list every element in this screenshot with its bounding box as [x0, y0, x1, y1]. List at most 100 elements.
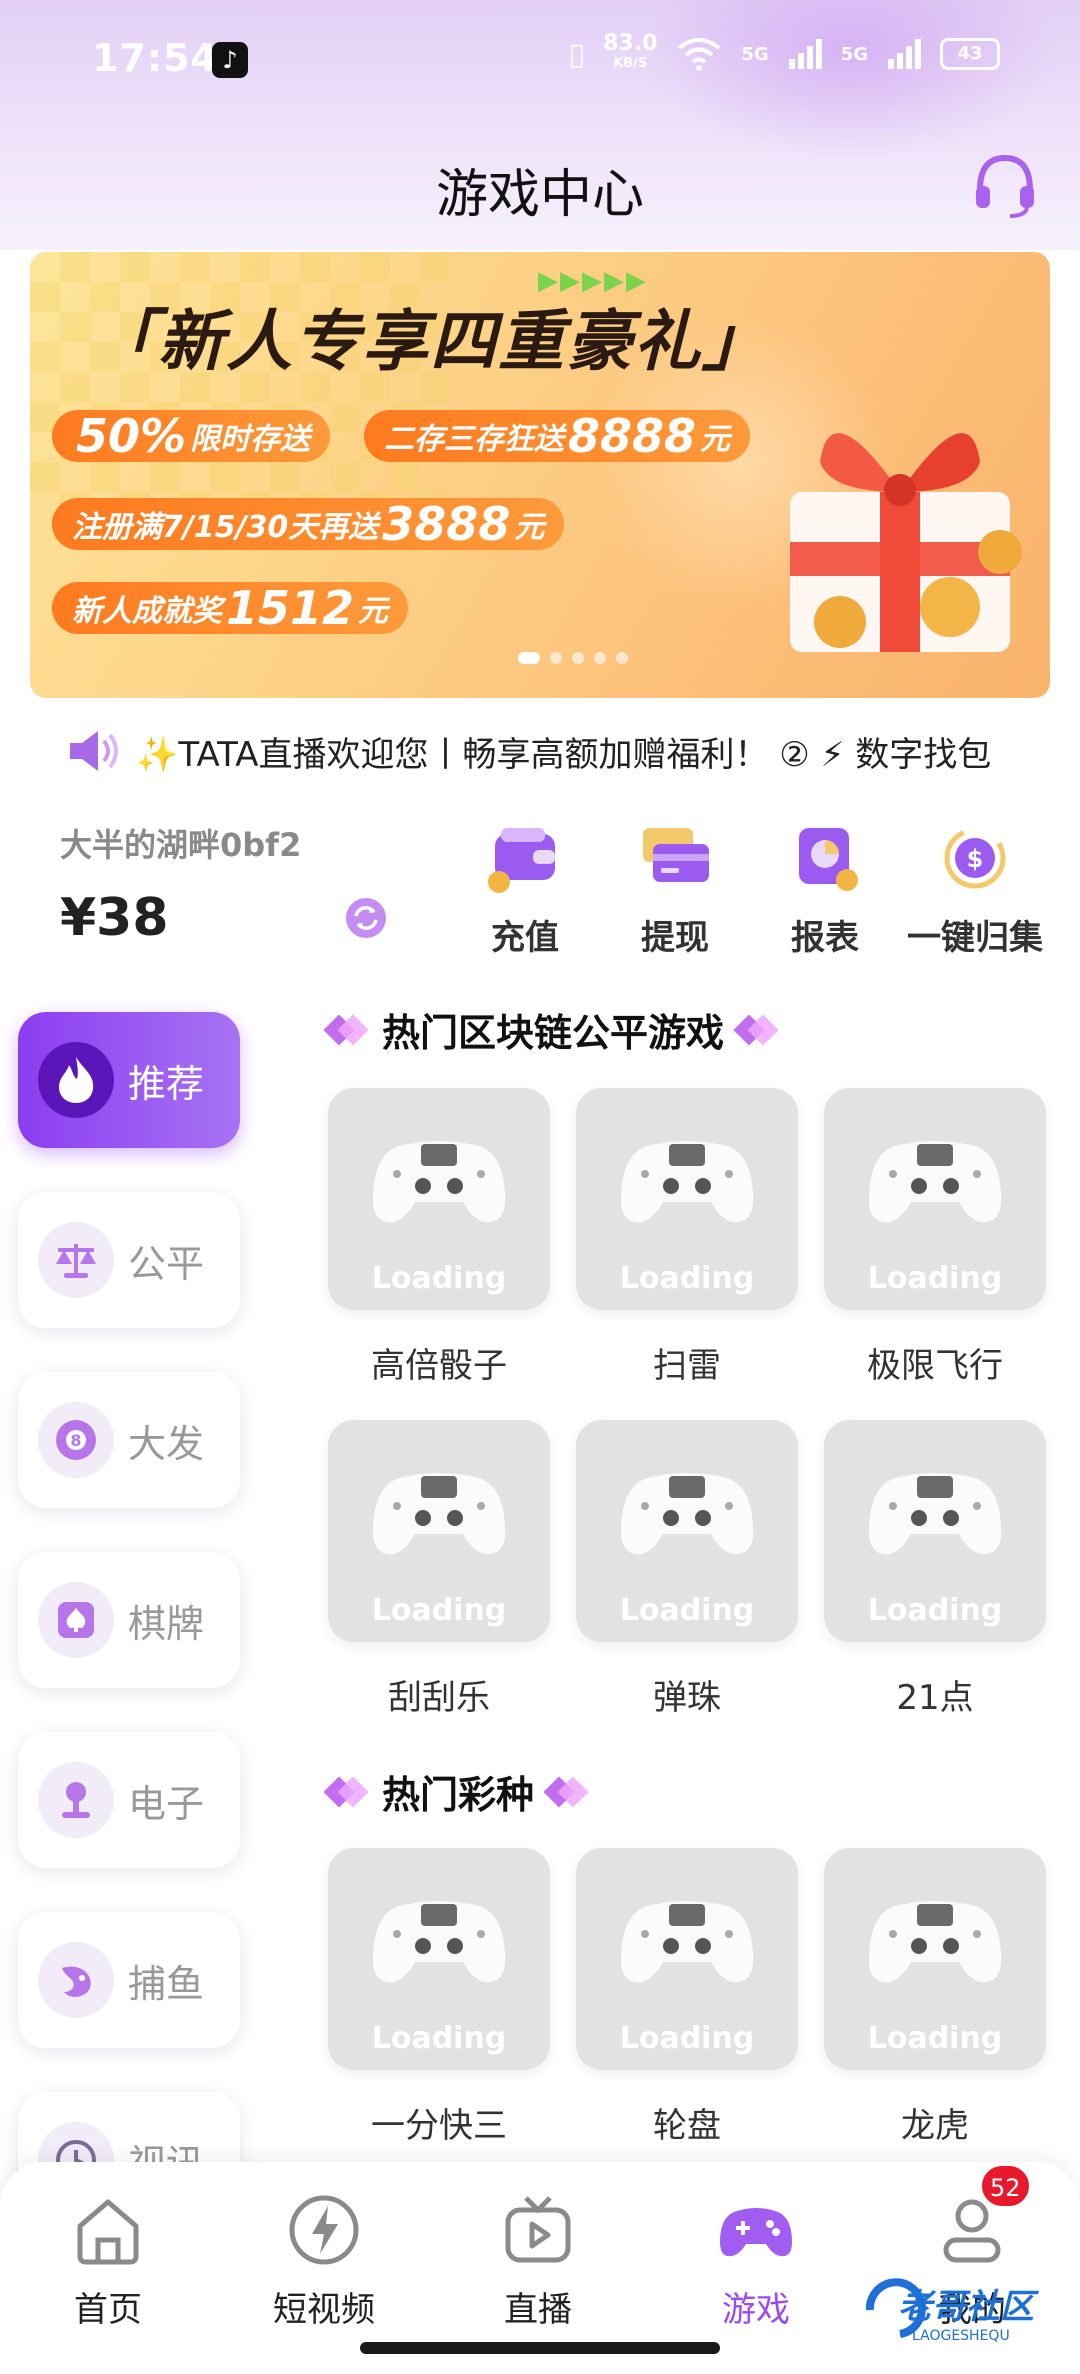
diamond-decoration [546, 1776, 590, 1808]
loading-text: Loading [371, 1593, 507, 1628]
announcement-marquee[interactable]: ✨TATA直播欢迎您丨畅享高额加赠福利！ ② ⚡ 数字找包 [66, 724, 1046, 778]
section-title-text: 热门区块链公平游戏 [382, 1011, 725, 1055]
username: 大半的湖畔0bf2 [60, 826, 302, 864]
sidebar-item-label: 棋牌 [128, 1601, 205, 1646]
notification-badge: 52 [980, 2164, 1031, 2208]
svg-text:老哥社区: 老哥社区 [898, 2287, 1039, 2327]
vibrate-icon: ▯ [568, 36, 586, 72]
sidebar-item-label: 推荐 [128, 1061, 205, 1106]
lightning-icon [289, 2195, 359, 2265]
svg-text:8: 8 [70, 1431, 81, 1450]
section-title-blockchain-games: 热门区块链公平游戏 [326, 1002, 780, 1057]
loading-text: Loading [371, 1261, 507, 1296]
loading-text: Loading [619, 2021, 755, 2056]
game-name: 一分快三 [371, 2106, 507, 2146]
sidebar-item-label: 大发 [128, 1421, 205, 1466]
game-name: 扫雷 [653, 1346, 721, 1386]
sidebar-item-dafa[interactable]: 8 大发 [18, 1372, 240, 1508]
game-card[interactable]: Loading 扫雷 [576, 1088, 798, 1387]
promo-banner[interactable]: ▶▶▶▶▶ 「新人专享四重豪礼」 50% 限时存送 二存三存狂送 8888 元 … [30, 252, 1050, 698]
gamepad-placeholder-icon [372, 1141, 506, 1223]
refresh-icon[interactable] [344, 896, 388, 940]
svg-text:LAOGESHEQU: LAOGESHEQU [912, 2328, 1010, 2344]
game-card[interactable]: Loading 极限飞行 [824, 1088, 1046, 1387]
banner-pagination [518, 652, 628, 664]
tab-label: 游戏 [722, 2290, 790, 2330]
diamond-decoration [326, 1776, 370, 1808]
sidebar-item-fishing[interactable]: 捕鱼 [18, 1912, 240, 2048]
game-thumbnail: Loading [576, 1848, 798, 2070]
wifi-icon [678, 38, 721, 71]
home-indicator[interactable] [360, 2342, 720, 2354]
game-card[interactable]: Loading 21点 [824, 1420, 1046, 1719]
banner-dot[interactable] [572, 652, 584, 664]
sidebar-item-recommend[interactable]: 推荐 [18, 1012, 240, 1148]
sidebar-item-fair[interactable]: 公平 [18, 1192, 240, 1328]
quick-action-label: 报表 [791, 918, 859, 958]
page-title: 游戏中心 [435, 165, 644, 225]
report-icon [799, 828, 858, 891]
section-title-text: 热门彩种 [382, 1773, 535, 1817]
home-icon [77, 2199, 139, 2265]
quick-action-label: 充值 [491, 918, 559, 958]
tab-short-video[interactable]: 短视频 [244, 2190, 404, 2331]
signal-1-label: 5G [741, 43, 769, 65]
game-thumbnail: Loading [328, 1848, 550, 2070]
loading-text: Loading [371, 2021, 507, 2056]
loading-text: Loading [867, 2021, 1003, 2056]
fish-icon [38, 1942, 114, 2018]
game-card[interactable]: Loading 弹珠 [576, 1420, 798, 1719]
banner-dot[interactable] [594, 652, 606, 664]
sidebar-item-label: 公平 [128, 1241, 205, 1286]
banner-dot-active[interactable] [518, 652, 540, 664]
tab-home[interactable]: 首页 [28, 2190, 188, 2331]
loading-text: Loading [619, 1261, 755, 1296]
tab-label: 首页 [74, 2290, 142, 2330]
game-card[interactable]: Loading 一分快三 [328, 1848, 550, 2147]
signal-2-label: 5G [840, 43, 868, 65]
sidebar-item-label: 捕鱼 [128, 1961, 205, 2006]
quick-action-collect-all[interactable]: $ 一键归集 [900, 822, 1050, 959]
gamepad-placeholder-icon [372, 1901, 506, 1983]
gamepad-placeholder-icon [620, 1141, 754, 1223]
tv-icon [505, 2196, 571, 2263]
banner-dot[interactable] [616, 652, 628, 664]
game-name: 21点 [896, 1678, 974, 1718]
svg-text:$: $ [967, 845, 984, 873]
joystick-icon [38, 1762, 114, 1838]
tiktok-notification-icon: ♪ [212, 42, 248, 78]
game-card[interactable]: Loading 轮盘 [576, 1848, 798, 2147]
game-card[interactable]: Loading 龙虎 [824, 1848, 1046, 2147]
gamepad-placeholder-icon [868, 1473, 1002, 1555]
net-speed-value: 83.0 [603, 31, 658, 56]
watermark-logo: 老哥社区 LAOGESHEQU [865, 2278, 1039, 2344]
banner-pill-2: 二存三存狂送 8888 元 [364, 409, 751, 463]
net-speed: 83.0 KB/S [603, 31, 658, 74]
quick-action-label: 一键归集 [907, 918, 1043, 958]
tab-games[interactable]: 游戏 [676, 2190, 836, 2331]
marquee-text: ✨TATA直播欢迎您丨畅享高额加赠福利！ ② ⚡ 数字找包 [136, 734, 992, 775]
loading-text: Loading [867, 1261, 1003, 1296]
flame-icon [38, 1042, 114, 1118]
tab-live[interactable]: 直播 [458, 2190, 618, 2331]
customer-service-headset-icon[interactable] [970, 150, 1040, 220]
game-thumbnail: Loading [328, 1420, 550, 1642]
game-card[interactable]: Loading 高倍骰子 [328, 1088, 550, 1387]
quick-action-recharge[interactable]: 充值 [450, 822, 600, 959]
banner-pill-4: 新人成就奖 1512 元 [52, 581, 409, 635]
gamepad-placeholder-icon [620, 1901, 754, 1983]
card-icon [643, 828, 709, 882]
net-speed-unit: KB/S [613, 56, 648, 71]
scale-icon [38, 1222, 114, 1298]
sidebar-item-chess-cards[interactable]: 棋牌 [18, 1552, 240, 1688]
game-thumbnail: Loading [328, 1088, 550, 1310]
wallet-icon [488, 828, 555, 893]
tab-label: 短视频 [273, 2290, 375, 2330]
quick-action-report[interactable]: 报表 [750, 822, 900, 959]
game-name: 高倍骰子 [371, 1346, 507, 1386]
game-card[interactable]: Loading 刮刮乐 [328, 1420, 550, 1719]
banner-dot[interactable] [550, 652, 562, 664]
sidebar-item-electronic[interactable]: 电子 [18, 1732, 240, 1868]
gamepad-placeholder-icon [372, 1473, 506, 1555]
quick-action-withdraw[interactable]: 提现 [600, 822, 750, 959]
